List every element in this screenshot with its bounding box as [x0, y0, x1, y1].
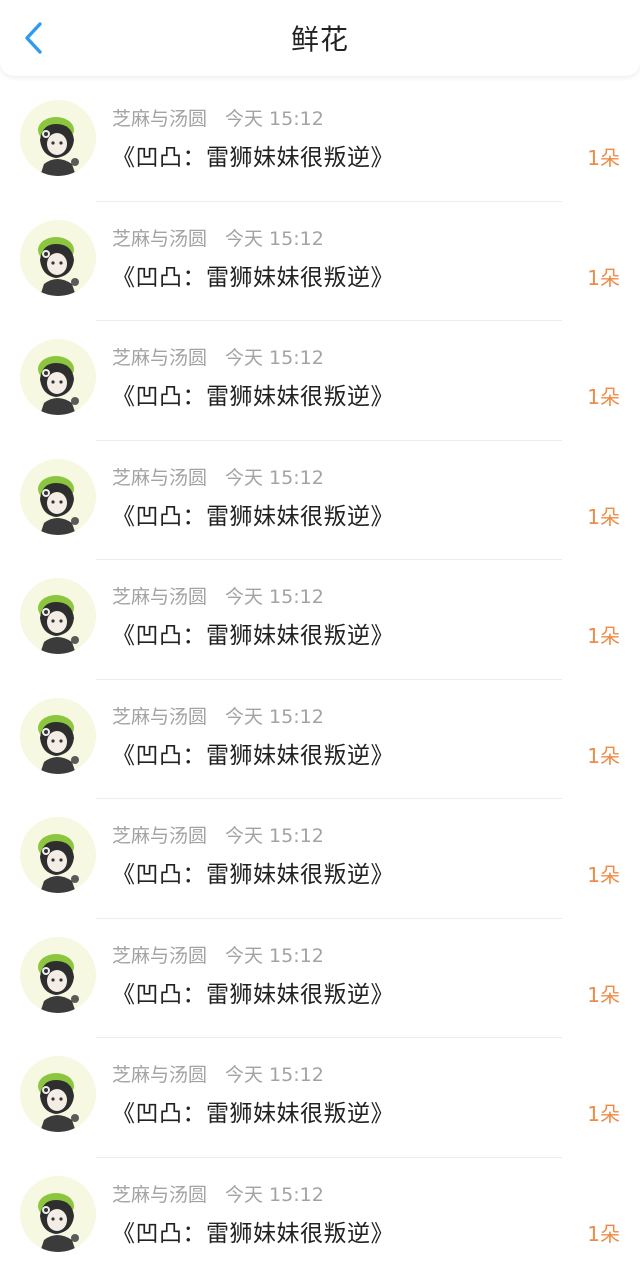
avatar[interactable]: [20, 459, 96, 535]
book-title: 《凹凸：雷狮妹妹很叛逆》: [112, 975, 394, 1009]
book-title: 《凹凸：雷狮妹妹很叛逆》: [112, 377, 394, 411]
flower-count: 1朵: [587, 859, 620, 888]
username: 芝麻与汤圆: [112, 347, 207, 369]
item-meta: 芝麻与汤圆今天 15:12: [112, 821, 324, 848]
list-item[interactable]: 芝麻与汤圆今天 15:12 《凹凸：雷狮妹妹很叛逆》 1朵: [0, 560, 640, 680]
avatar[interactable]: [20, 698, 96, 774]
flower-count: 1朵: [587, 262, 620, 291]
username: 芝麻与汤圆: [112, 945, 207, 967]
book-title: 《凹凸：雷狮妹妹很叛逆》: [112, 855, 394, 889]
username: 芝麻与汤圆: [112, 825, 207, 847]
back-button[interactable]: [14, 18, 54, 58]
username: 芝麻与汤圆: [112, 1064, 207, 1086]
avatar[interactable]: [20, 1176, 96, 1252]
flower-count: 1朵: [587, 1098, 620, 1127]
username: 芝麻与汤圆: [112, 706, 207, 728]
book-title: 《凹凸：雷狮妹妹很叛逆》: [112, 736, 394, 770]
avatar[interactable]: [20, 220, 96, 296]
username: 芝麻与汤圆: [112, 108, 207, 130]
flower-count: 1朵: [587, 501, 620, 530]
top-bar: 鲜花: [0, 0, 640, 76]
timestamp: 今天 15:12: [225, 706, 324, 728]
avatar[interactable]: [20, 817, 96, 893]
avatar[interactable]: [20, 100, 96, 176]
book-title: 《凹凸：雷狮妹妹很叛逆》: [112, 1094, 394, 1128]
timestamp: 今天 15:12: [225, 586, 324, 608]
username: 芝麻与汤圆: [112, 586, 207, 608]
flower-count: 1朵: [587, 979, 620, 1008]
username: 芝麻与汤圆: [112, 228, 207, 250]
book-title: 《凹凸：雷狮妹妹很叛逆》: [112, 1214, 394, 1248]
list-item[interactable]: 芝麻与汤圆今天 15:12 《凹凸：雷狮妹妹很叛逆》 1朵: [0, 680, 640, 800]
list-item[interactable]: 芝麻与汤圆今天 15:12 《凹凸：雷狮妹妹很叛逆》 1朵: [0, 919, 640, 1039]
timestamp: 今天 15:12: [225, 825, 324, 847]
item-meta: 芝麻与汤圆今天 15:12: [112, 463, 324, 490]
timestamp: 今天 15:12: [225, 347, 324, 369]
timestamp: 今天 15:12: [225, 945, 324, 967]
item-meta: 芝麻与汤圆今天 15:12: [112, 1060, 324, 1087]
avatar[interactable]: [20, 339, 96, 415]
list-item[interactable]: 芝麻与汤圆今天 15:12 《凹凸：雷狮妹妹很叛逆》 1朵: [0, 799, 640, 919]
page-title: 鲜花: [0, 0, 640, 76]
item-meta: 芝麻与汤圆今天 15:12: [112, 224, 324, 251]
avatar[interactable]: [20, 1056, 96, 1132]
timestamp: 今天 15:12: [225, 1184, 324, 1206]
item-meta: 芝麻与汤圆今天 15:12: [112, 702, 324, 729]
avatar[interactable]: [20, 937, 96, 1013]
book-title: 《凹凸：雷狮妹妹很叛逆》: [112, 497, 394, 531]
book-title: 《凹凸：雷狮妹妹很叛逆》: [112, 258, 394, 292]
timestamp: 今天 15:12: [225, 1064, 324, 1086]
item-meta: 芝麻与汤圆今天 15:12: [112, 104, 324, 131]
book-title: 《凹凸：雷狮妹妹很叛逆》: [112, 616, 394, 650]
book-title: 《凹凸：雷狮妹妹很叛逆》: [112, 138, 394, 172]
list-item[interactable]: 芝麻与汤圆今天 15:12 《凹凸：雷狮妹妹很叛逆》 1朵: [0, 321, 640, 441]
timestamp: 今天 15:12: [225, 108, 324, 130]
item-meta: 芝麻与汤圆今天 15:12: [112, 582, 324, 609]
chevron-left-icon: [23, 21, 45, 55]
list-item[interactable]: 芝麻与汤圆今天 15:12 《凹凸：雷狮妹妹很叛逆》 1朵: [0, 82, 640, 202]
flower-list: 芝麻与汤圆今天 15:12 《凹凸：雷狮妹妹很叛逆》 1朵 芝麻与汤圆今天 15…: [0, 82, 640, 1277]
flower-count: 1朵: [587, 620, 620, 649]
timestamp: 今天 15:12: [225, 467, 324, 489]
list-item[interactable]: 芝麻与汤圆今天 15:12 《凹凸：雷狮妹妹很叛逆》 1朵: [0, 1158, 640, 1277]
item-meta: 芝麻与汤圆今天 15:12: [112, 941, 324, 968]
flower-count: 1朵: [587, 381, 620, 410]
list-item[interactable]: 芝麻与汤圆今天 15:12 《凹凸：雷狮妹妹很叛逆》 1朵: [0, 1038, 640, 1158]
item-meta: 芝麻与汤圆今天 15:12: [112, 1180, 324, 1207]
timestamp: 今天 15:12: [225, 228, 324, 250]
item-meta: 芝麻与汤圆今天 15:12: [112, 343, 324, 370]
username: 芝麻与汤圆: [112, 467, 207, 489]
list-item[interactable]: 芝麻与汤圆今天 15:12 《凹凸：雷狮妹妹很叛逆》 1朵: [0, 441, 640, 561]
flower-count: 1朵: [587, 142, 620, 171]
flower-count: 1朵: [587, 1218, 620, 1247]
username: 芝麻与汤圆: [112, 1184, 207, 1206]
flower-count: 1朵: [587, 740, 620, 769]
list-item[interactable]: 芝麻与汤圆今天 15:12 《凹凸：雷狮妹妹很叛逆》 1朵: [0, 202, 640, 322]
avatar[interactable]: [20, 578, 96, 654]
